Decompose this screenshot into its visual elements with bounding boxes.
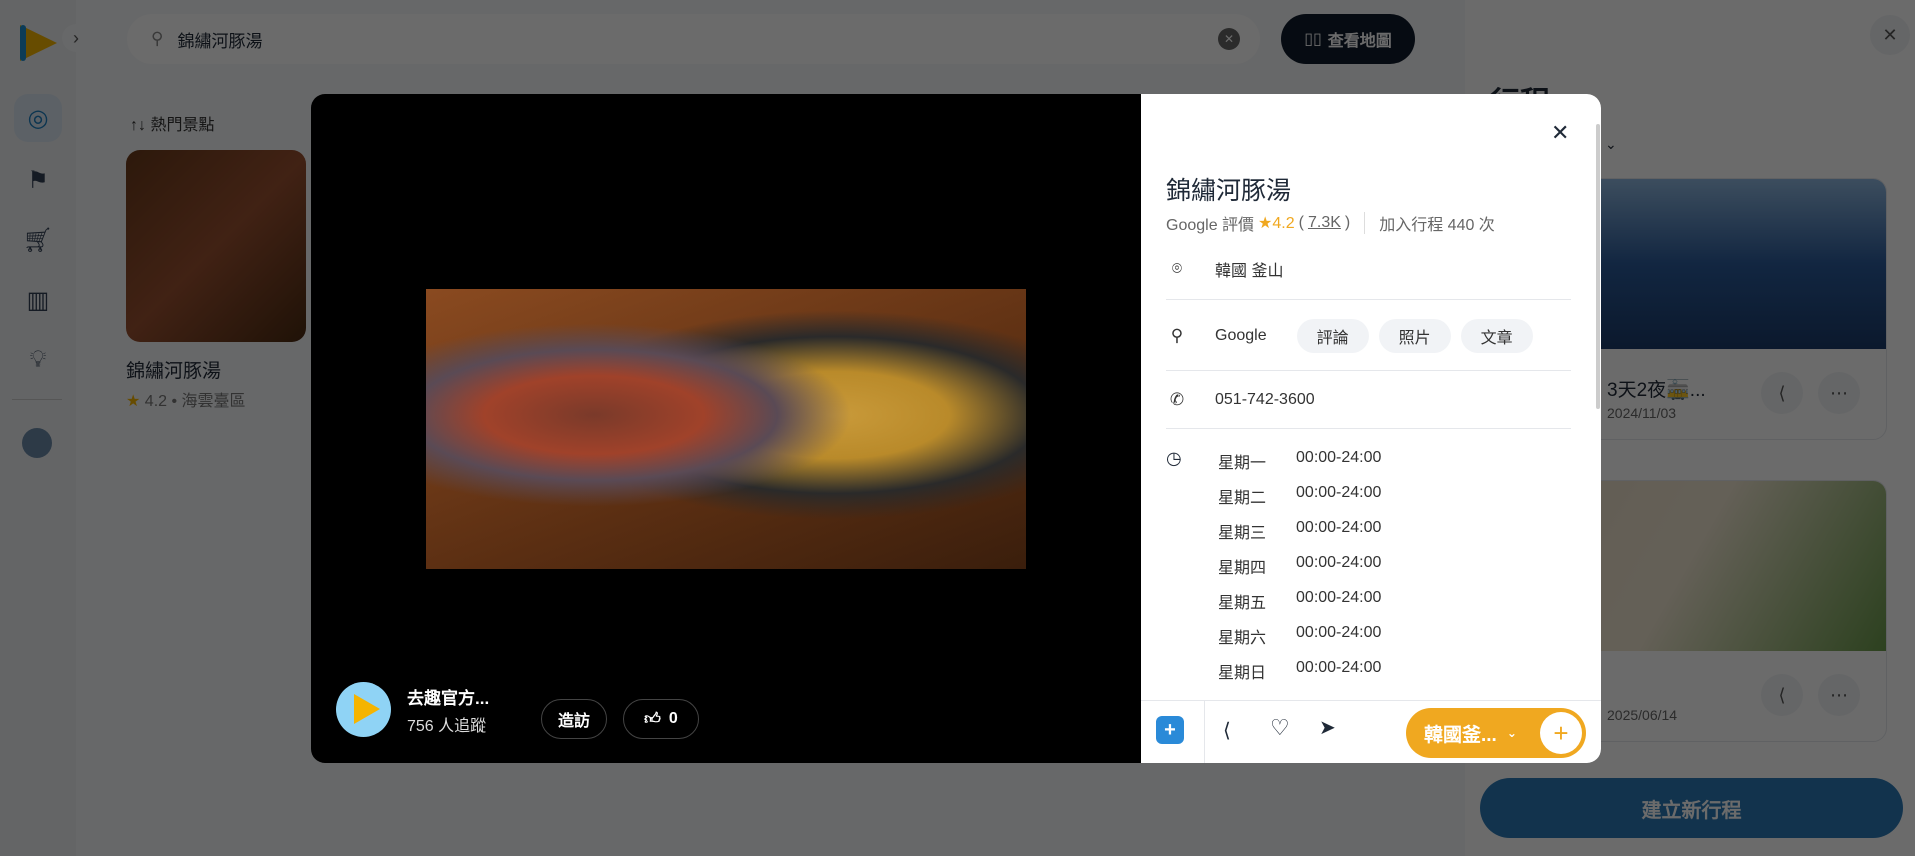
chevron-down-icon[interactable]: ⌄ <box>1605 136 1617 153</box>
trip-card-date: 2025/06/14 <box>1607 707 1678 723</box>
lightbulb-icon[interactable]: 💡︎ <box>14 336 62 384</box>
place-title: 錦繡河豚湯 <box>1166 177 1292 205</box>
search-bar[interactable]: ⚲ 錦繡河豚湯 ✕ <box>127 14 1260 64</box>
divider <box>1166 370 1571 371</box>
place-card-title: 錦繡河豚湯 <box>126 361 222 382</box>
footer-vdivider <box>1204 700 1205 763</box>
more-icon[interactable]: ⋯ <box>1818 674 1860 716</box>
hours-row: 星期三 00:00-24:00 <box>1218 519 1382 542</box>
share-icon[interactable]: ⟨ <box>1223 718 1231 743</box>
close-modal-button[interactable]: ✕ <box>1551 120 1569 146</box>
hours-row: 星期二 00:00-24:00 <box>1218 484 1382 507</box>
place-card-image <box>126 150 306 342</box>
rating-line: Google 評價 ★4.2(7.3K) 加入行程 440 次 <box>1166 211 1495 235</box>
search-row: ⚲ Google 評論 照片 文章 <box>1166 319 1533 353</box>
view-map-label: 查看地圖 <box>1327 33 1392 50</box>
creator-followers: 756 人追蹤 <box>407 718 487 735</box>
trip-select-button[interactable]: 韓國釜... ⌄ + <box>1406 708 1586 758</box>
creator-name[interactable]: 去趣官方... <box>407 684 489 709</box>
search-input[interactable]: 錦繡河豚湯 <box>177 27 262 52</box>
divider <box>1166 299 1571 300</box>
search-icon: ⚲ <box>151 29 164 48</box>
like-button[interactable]: 👍︎ 0 <box>623 699 699 739</box>
sort-text: 熱門景點 <box>150 117 215 134</box>
reviews-link[interactable]: 7.3K <box>1308 214 1341 232</box>
trip-card-date: 2024/11/03 <box>1607 405 1677 421</box>
explore-icon[interactable]: ◎ <box>14 94 62 142</box>
hours-row: 星期四 00:00-24:00 <box>1218 554 1382 577</box>
nav-divider <box>12 399 62 400</box>
hours-row: 星期五 00:00-24:00 <box>1218 589 1382 612</box>
thumbs-up-icon: 👍︎ <box>644 710 661 728</box>
more-icon[interactable]: ⋯ <box>1818 372 1860 414</box>
phone-row[interactable]: ✆ 051-742-3600 <box>1166 390 1315 410</box>
left-nav: › ◎ ⚑ 🛒︎ ▥ 💡︎ <box>0 0 90 856</box>
share-icon[interactable]: ⟨ <box>1761 674 1803 716</box>
chevron-down-icon: ⌄ <box>1506 726 1517 740</box>
map-icon: ▯▯ <box>1304 31 1322 48</box>
navigate-icon[interactable]: ➤ <box>1319 715 1336 740</box>
trip-card-title: 3天2夜🚋... <box>1607 380 1706 401</box>
chip-reviews[interactable]: 評論 <box>1296 319 1369 353</box>
place-photo <box>426 289 1026 569</box>
share-icon[interactable]: ⟨ <box>1761 372 1803 414</box>
heart-icon[interactable]: ♡ <box>1270 715 1290 741</box>
create-trip-button[interactable]: 建立新行程 <box>1480 778 1903 838</box>
divider <box>1166 428 1571 429</box>
search-icon: ⚲ <box>1170 326 1184 345</box>
expand-nav-button[interactable]: › <box>62 24 90 52</box>
hours-row: 星期日 00:00-24:00 <box>1218 659 1382 682</box>
phone-icon: ✆ <box>1169 390 1185 409</box>
location-pin-icon: ⌾ <box>1171 259 1183 278</box>
add-to-kit-icon[interactable]: + <box>1156 716 1184 744</box>
clock-icon: ◷ <box>1166 448 1182 468</box>
chip-articles[interactable]: 文章 <box>1460 319 1533 353</box>
creator-avatar[interactable] <box>336 682 391 737</box>
hours-row: 星期六 00:00-24:00 <box>1218 624 1382 647</box>
place-card[interactable]: 錦繡河豚湯 ★ 4.2 • 海雲臺區 <box>126 150 306 411</box>
chip-photos[interactable]: 照片 <box>1378 319 1451 353</box>
added-count: 加入行程 440 次 <box>1379 217 1495 234</box>
ranking-icon[interactable]: ▥ <box>14 276 62 324</box>
close-sidebar-button[interactable]: ✕ <box>1870 15 1910 55</box>
clear-search-icon[interactable]: ✕ <box>1218 28 1240 50</box>
sort-label[interactable]: ↑↓ 熱門景點 <box>130 111 214 135</box>
view-map-button[interactable]: ▯▯ 查看地圖 <box>1281 14 1415 64</box>
flag-icon[interactable]: ⚑ <box>14 156 62 204</box>
place-card-meta: ★ 4.2 • 海雲臺區 <box>126 393 246 410</box>
footer-divider <box>1141 700 1601 701</box>
place-modal: 去趣官方... 756 人追蹤 造訪 👍︎ 0 ✕ 錦繡河豚湯 Google 評價… <box>311 94 1601 763</box>
visit-button[interactable]: 造訪 <box>541 699 607 739</box>
hours-row: 星期一 00:00-24:00 <box>1218 449 1382 472</box>
scrollbar[interactable] <box>1596 124 1600 409</box>
add-to-trip-button[interactable]: + <box>1540 712 1582 754</box>
location-row: ⌾ 韓國 釜山 <box>1166 257 1284 281</box>
cart-icon[interactable]: 🛒︎ <box>14 216 62 264</box>
avatar[interactable] <box>22 428 52 458</box>
place-detail-panel: ✕ 錦繡河豚湯 Google 評價 ★4.2(7.3K) 加入行程 440 次 ⌾… <box>1141 94 1601 763</box>
logo-bar <box>20 25 26 61</box>
